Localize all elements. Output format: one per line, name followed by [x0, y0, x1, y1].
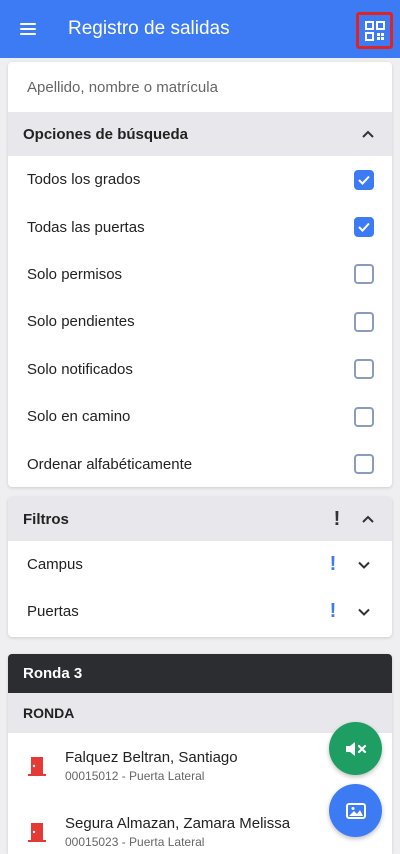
alert-icon: !: [329, 600, 337, 622]
door-icon: [28, 823, 46, 842]
option-sort-alphabetically[interactable]: Ordenar alfabéticamente: [8, 440, 392, 487]
ronda-subheader: RONDA: [8, 693, 392, 733]
option-label: Ordenar alfabéticamente: [27, 455, 193, 473]
search-input[interactable]: [27, 78, 367, 96]
ronda-header: Ronda 3: [8, 654, 392, 693]
student-meta: 00015023 - Puerta Lateral: [65, 835, 205, 849]
option-label: Todas las puertas: [27, 218, 145, 236]
option-label: Solo notificados: [27, 360, 133, 378]
checkbox[interactable]: [354, 311, 374, 332]
alert-icon: !: [333, 507, 341, 530]
search-row: [8, 62, 392, 112]
option-only-on-the-way[interactable]: Solo en camino: [8, 393, 392, 440]
speaker-mute-icon: [345, 741, 366, 756]
ronda-subheader-label: RONDA: [23, 705, 75, 721]
student-meta: 00015012 - Puerta Lateral: [65, 769, 205, 783]
filter-label: Puertas: [27, 603, 79, 620]
checkmark-icon: [358, 175, 370, 185]
checkbox[interactable]: [354, 169, 374, 190]
mute-button[interactable]: [329, 722, 382, 775]
option-all-doors[interactable]: Todas las puertas: [8, 203, 392, 250]
option-label: Todos los grados: [27, 171, 141, 189]
image-icon: [345, 802, 366, 819]
student-name: Segura Almazan, Zamara Melissa: [65, 815, 291, 832]
filter-label: Campus: [27, 556, 83, 573]
app-bar: Registro de salidas: [0, 0, 400, 58]
gallery-button[interactable]: [329, 784, 382, 837]
filters-title: Filtros: [23, 510, 69, 528]
filters-card: Filtros ! Campus ! Puertas !: [8, 497, 392, 637]
option-only-notified[interactable]: Solo notificados: [8, 346, 392, 393]
checkbox[interactable]: [354, 406, 374, 427]
option-all-grades[interactable]: Todos los grados: [8, 156, 392, 203]
checkbox[interactable]: [354, 454, 374, 475]
search-options-title: Opciones de búsqueda: [23, 125, 189, 143]
option-label: Solo pendientes: [27, 313, 135, 331]
option-label: Solo permisos: [27, 265, 123, 283]
student-info: Falquez Beltran, Santiago 00015012 - Pue…: [65, 749, 238, 783]
chevron-down-icon: [354, 555, 374, 575]
chevron-down-icon: [354, 602, 374, 622]
ronda-title: Ronda 3: [23, 665, 83, 682]
search-options-header[interactable]: Opciones de búsqueda: [8, 112, 392, 156]
qr-scan-button[interactable]: [356, 12, 393, 49]
filter-campus[interactable]: Campus !: [8, 541, 392, 588]
option-only-pending[interactable]: Solo pendientes: [8, 298, 392, 345]
filters-header[interactable]: Filtros !: [8, 497, 392, 541]
option-only-permits[interactable]: Solo permisos: [8, 251, 392, 298]
student-name: Falquez Beltran, Santiago: [65, 749, 238, 766]
search-options-card: Opciones de búsqueda Todos los grados To…: [8, 62, 392, 487]
door-icon: [28, 757, 46, 776]
chevron-up-icon: [358, 124, 378, 144]
chevron-up-icon: [358, 509, 378, 529]
page-title: Registro de salidas: [68, 18, 230, 39]
checkbox[interactable]: [354, 217, 374, 238]
checkbox[interactable]: [354, 359, 374, 380]
filter-doors[interactable]: Puertas !: [8, 588, 392, 635]
student-info: Segura Almazan, Zamara Melissa 00015023 …: [65, 815, 290, 849]
hamburger-icon: [20, 23, 36, 35]
checkbox[interactable]: [354, 264, 374, 285]
qr-code-icon: [364, 20, 385, 41]
alert-icon: !: [329, 553, 337, 575]
option-label: Solo en camino: [27, 408, 131, 426]
menu-button[interactable]: [4, 0, 52, 58]
checkmark-icon: [358, 222, 370, 233]
